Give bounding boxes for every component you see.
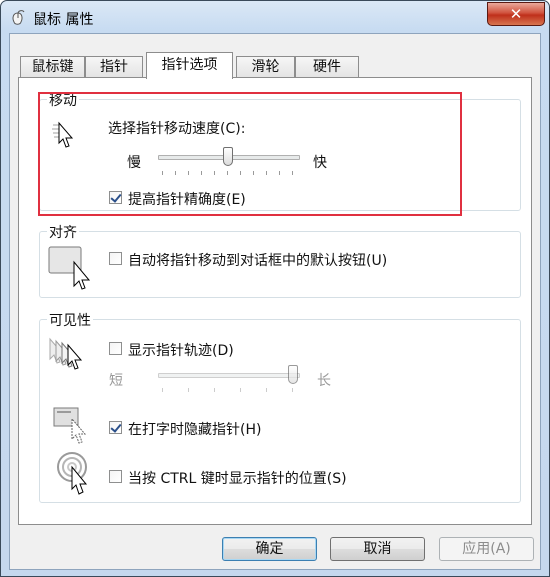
tab-buttons[interactable]: 鼠标键 xyxy=(20,56,85,78)
show-location-checkbox[interactable] xyxy=(109,470,122,483)
tab-pointer-options[interactable]: 指针选项 xyxy=(146,52,233,79)
title-bar: 鼠标 属性 ✕ xyxy=(1,1,549,35)
highlight-annotation-box xyxy=(38,92,462,216)
pointer-location-icon xyxy=(56,451,96,497)
pointer-trails-icon xyxy=(48,337,94,377)
short-label: 短 xyxy=(109,373,123,389)
ok-button[interactable]: 确定 xyxy=(222,537,317,561)
slider-tick xyxy=(214,388,215,392)
slider-tick xyxy=(292,388,293,392)
tab-pointers[interactable]: 指针 xyxy=(85,56,143,78)
pointer-trails-checkbox[interactable] xyxy=(109,342,122,355)
hide-while-typing-label: 在打字时隐藏指针(H) xyxy=(128,422,262,438)
hide-while-typing-icon xyxy=(48,405,94,447)
snap-to-group-title: 对齐 xyxy=(47,222,79,242)
tab-hardware[interactable]: 硬件 xyxy=(295,56,359,78)
close-icon: ✕ xyxy=(509,5,523,23)
trails-slider-thumb[interactable] xyxy=(288,365,298,384)
show-location-label: 当按 CTRL 键时显示指针的位置(S) xyxy=(128,471,347,487)
visibility-group-title: 可见性 xyxy=(47,310,93,330)
tab-wheel[interactable]: 滑轮 xyxy=(236,56,295,78)
apply-button[interactable]: 应用(A) xyxy=(439,537,534,561)
snap-to-checkbox[interactable] xyxy=(109,252,122,265)
hide-while-typing-checkbox[interactable] xyxy=(109,421,122,434)
snap-to-label: 自动将指针移动到对话框中的默认按钮(U) xyxy=(128,253,388,269)
snap-to-icon xyxy=(48,246,94,290)
pointer-trails-label: 显示指针轨迹(D) xyxy=(128,343,234,359)
cancel-button[interactable]: 取消 xyxy=(330,537,425,561)
trails-slider-track[interactable] xyxy=(158,373,300,378)
slider-tick xyxy=(188,388,189,392)
slider-tick xyxy=(240,388,241,392)
window-title: 鼠标 属性 xyxy=(33,12,94,28)
mouse-app-icon xyxy=(9,9,27,27)
slider-tick xyxy=(162,388,163,392)
long-label: 长 xyxy=(317,373,331,389)
mouse-properties-window: 鼠标 属性 ✕ 鼠标键 指针 指针选项 滑轮 硬件 移动 选择指针移动速度(C)… xyxy=(0,0,550,577)
close-button[interactable]: ✕ xyxy=(487,2,545,26)
slider-tick xyxy=(266,388,267,392)
